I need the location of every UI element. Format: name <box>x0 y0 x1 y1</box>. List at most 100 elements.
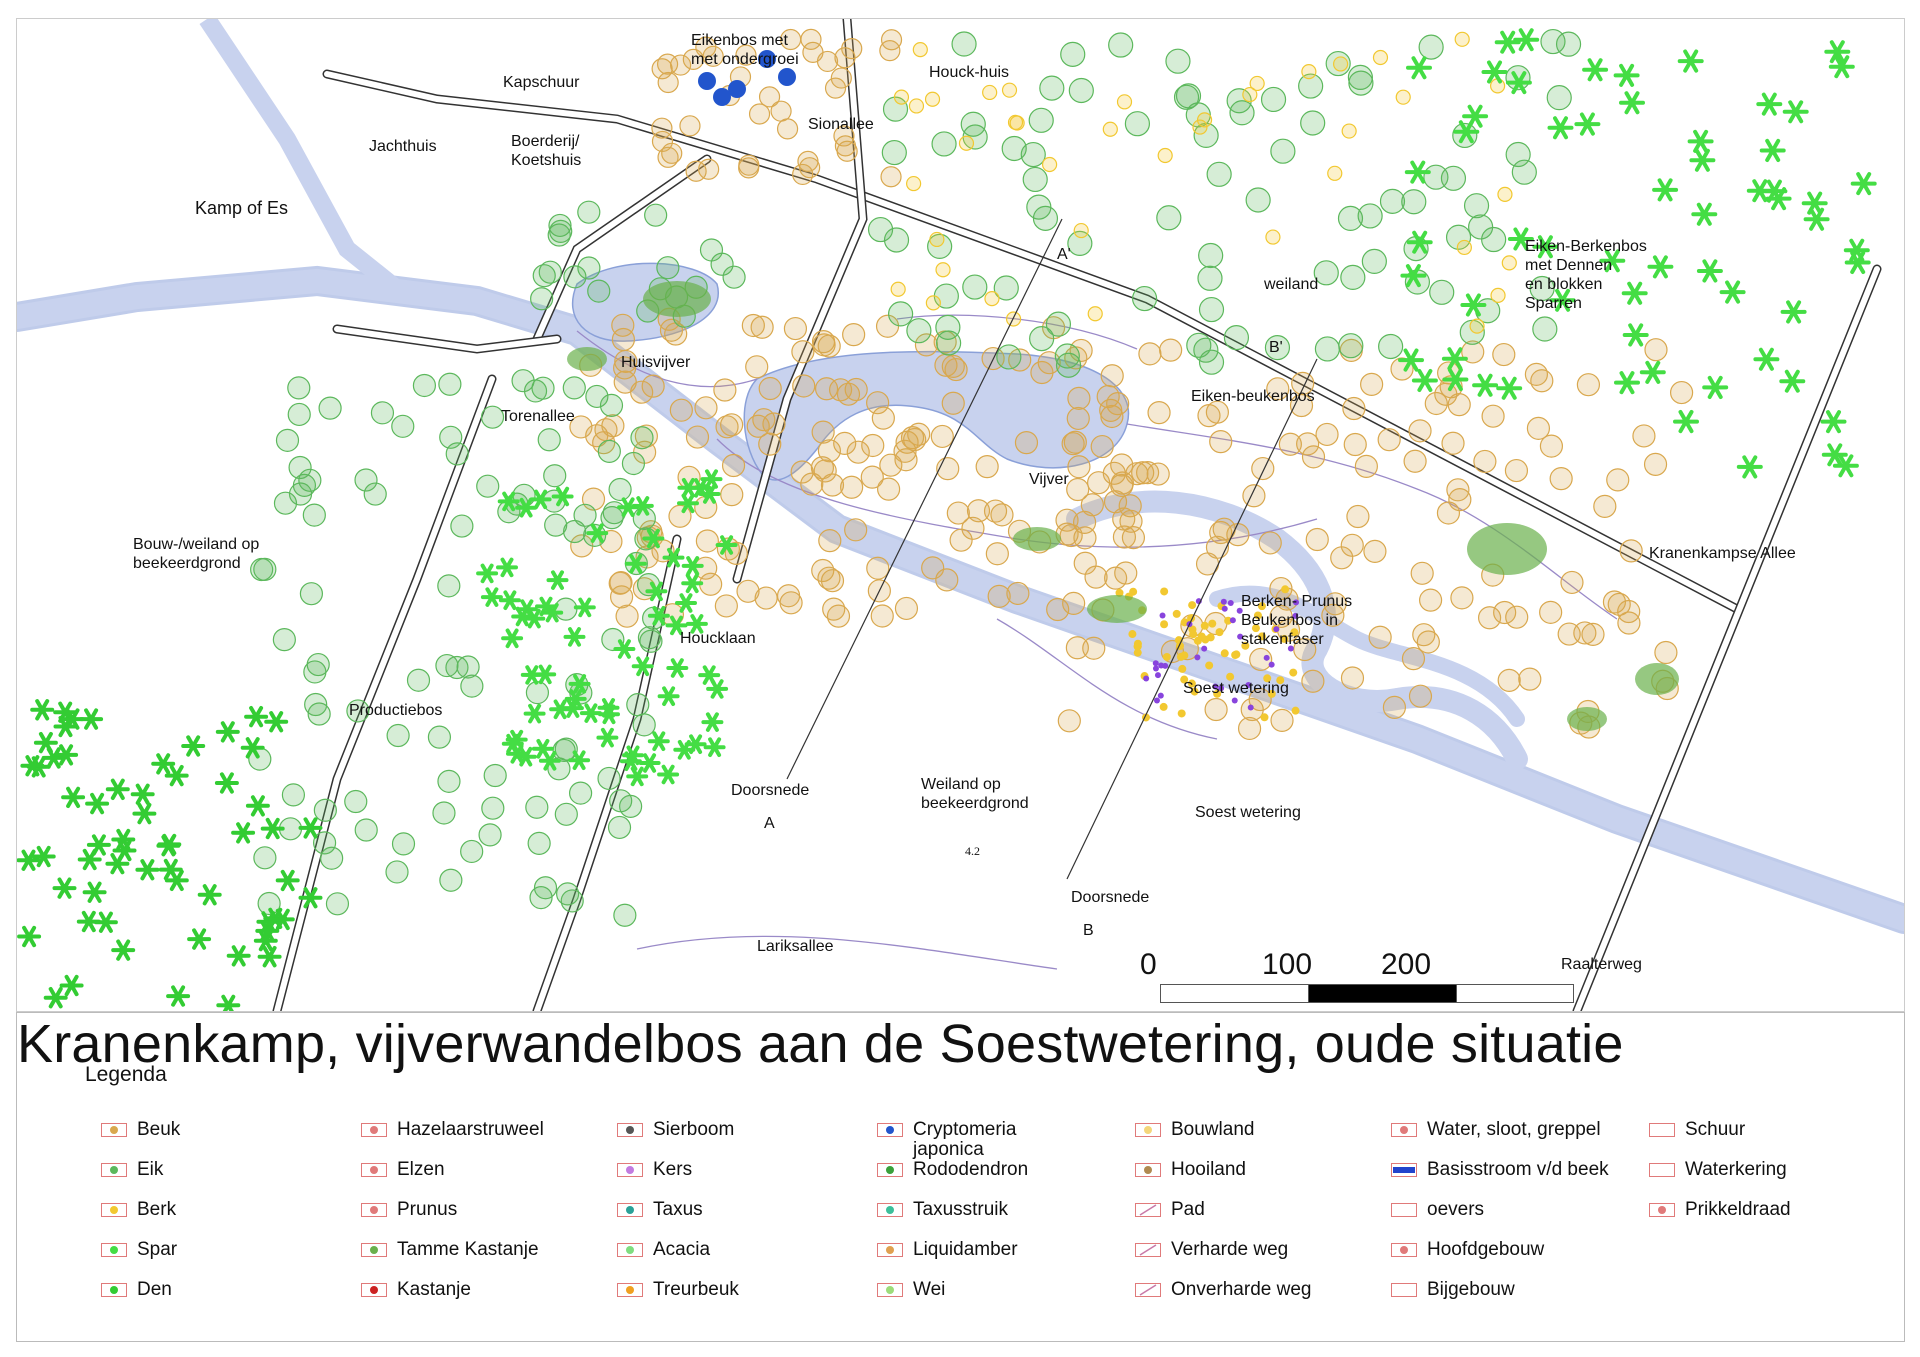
beech-tree <box>698 158 720 180</box>
legend-item: Sierboom <box>617 1120 734 1142</box>
pine-tree <box>275 869 300 892</box>
birch-tree <box>1177 709 1186 718</box>
paved-road-icon <box>1135 1243 1161 1257</box>
oak-tree <box>281 783 306 807</box>
oak-tree <box>600 506 624 530</box>
oak-tree <box>1340 264 1366 290</box>
legend-label: Bijgebouw <box>1427 1279 1515 1300</box>
beech-tree <box>651 130 674 153</box>
birch-tree <box>929 231 945 248</box>
oak-tree <box>1546 85 1572 111</box>
legend-item: Taxusstruik <box>877 1200 1008 1222</box>
pine-tree <box>59 974 84 997</box>
legend-item: oevers <box>1391 1200 1484 1222</box>
birch-tree <box>935 262 951 278</box>
spruce-tree <box>681 573 704 594</box>
spruce-tree <box>1779 369 1806 393</box>
legend-label: Schuur <box>1685 1119 1746 1140</box>
pine-tree <box>43 987 68 1009</box>
pine-tree <box>77 848 102 871</box>
birch-tree <box>1192 119 1208 135</box>
spruce-tree <box>1582 58 1609 82</box>
legend-item: Elzen <box>361 1160 445 1182</box>
arable-land-icon <box>1135 1123 1161 1137</box>
beech-tree <box>721 453 746 478</box>
spruce-tree <box>703 737 726 757</box>
cherry-tree <box>1201 645 1208 652</box>
legend-label: Verharde weg <box>1171 1239 1289 1260</box>
oak-tree <box>1197 265 1223 291</box>
birch-tree <box>1188 601 1197 610</box>
birch-tree <box>1372 49 1389 66</box>
birch-tree <box>1073 222 1089 239</box>
beech-tree <box>714 594 738 618</box>
oak-tree <box>287 402 311 427</box>
birch-tree <box>893 89 910 105</box>
birch-tree <box>1289 668 1298 677</box>
rhododendron-patch <box>567 347 607 371</box>
legend-label: Prikkeldraad <box>1685 1199 1791 1220</box>
beech-tree <box>844 518 868 542</box>
beech-tree <box>1067 455 1091 479</box>
birch-tree <box>1205 661 1214 670</box>
meadow-icon <box>877 1283 903 1297</box>
map-title: Kranenkamp, vijverwandelbos aan de Soest… <box>17 1014 1624 1074</box>
spruce-tree <box>1614 371 1640 395</box>
beech-tree <box>1530 369 1554 393</box>
cherry-tree <box>1268 661 1275 668</box>
oak-tree <box>391 832 416 856</box>
oak-tree <box>354 818 378 842</box>
spruce-tree <box>1673 410 1699 434</box>
pine-tree <box>132 802 157 825</box>
birch-tree <box>1301 64 1317 80</box>
oak-tree <box>1463 193 1490 219</box>
oak-tree <box>1314 336 1341 362</box>
beech-tree <box>1278 432 1302 456</box>
label-bouw-weiland: Bouw-/weiland op beekeerdgrond <box>133 536 260 572</box>
birch-tree <box>1005 311 1022 327</box>
birch-tree <box>1501 255 1517 271</box>
beech-tree <box>745 355 769 379</box>
oak-tree <box>302 503 326 527</box>
legend-title: Legenda <box>85 1063 167 1086</box>
beech-tree <box>1669 380 1694 405</box>
oak-tree <box>344 789 368 814</box>
beech-tree <box>1401 647 1426 671</box>
birch-tree <box>1160 620 1169 629</box>
spruce-tree <box>1691 202 1718 226</box>
beech-tree <box>866 556 890 580</box>
birch-tree <box>1327 165 1343 181</box>
beech-tree <box>1619 539 1643 563</box>
beech-tree <box>866 391 890 415</box>
beech-tree <box>826 604 851 628</box>
legend-item: Den <box>101 1280 172 1302</box>
label-eikenbos: Eikenbos met met ondergroei <box>691 32 799 68</box>
pine-tree <box>105 853 130 875</box>
label-kranenkampse-allee: Kranenkampse Allee <box>1649 545 1796 562</box>
label-torenallee: Torenallee <box>501 408 575 425</box>
beech-tree <box>846 440 870 464</box>
beech-tree <box>1643 452 1668 476</box>
label-a: A <box>764 815 775 832</box>
beech-tree <box>1617 611 1641 635</box>
legend-item: Hooiland <box>1135 1160 1246 1182</box>
oak-tree <box>529 885 553 910</box>
chestnut-icon <box>361 1283 387 1297</box>
oak-tree <box>303 660 327 684</box>
cherry-tree <box>1153 697 1160 704</box>
oak-tree <box>1481 226 1507 253</box>
oak-tree <box>1198 296 1225 323</box>
spruce-tree <box>596 727 619 748</box>
beech-tree <box>1242 484 1266 508</box>
oak-tree <box>608 477 632 502</box>
beech-tree <box>870 604 894 628</box>
spruce-tree <box>1844 251 1871 274</box>
beech-tree <box>792 163 814 186</box>
beech-tree <box>1473 449 1497 474</box>
pine-tree <box>61 786 86 808</box>
birch-tree <box>1208 619 1217 628</box>
oak-tree <box>554 597 578 621</box>
spruce-tree <box>1494 30 1521 54</box>
cryptomeria-tree <box>728 80 746 98</box>
beech-tree <box>776 584 801 608</box>
